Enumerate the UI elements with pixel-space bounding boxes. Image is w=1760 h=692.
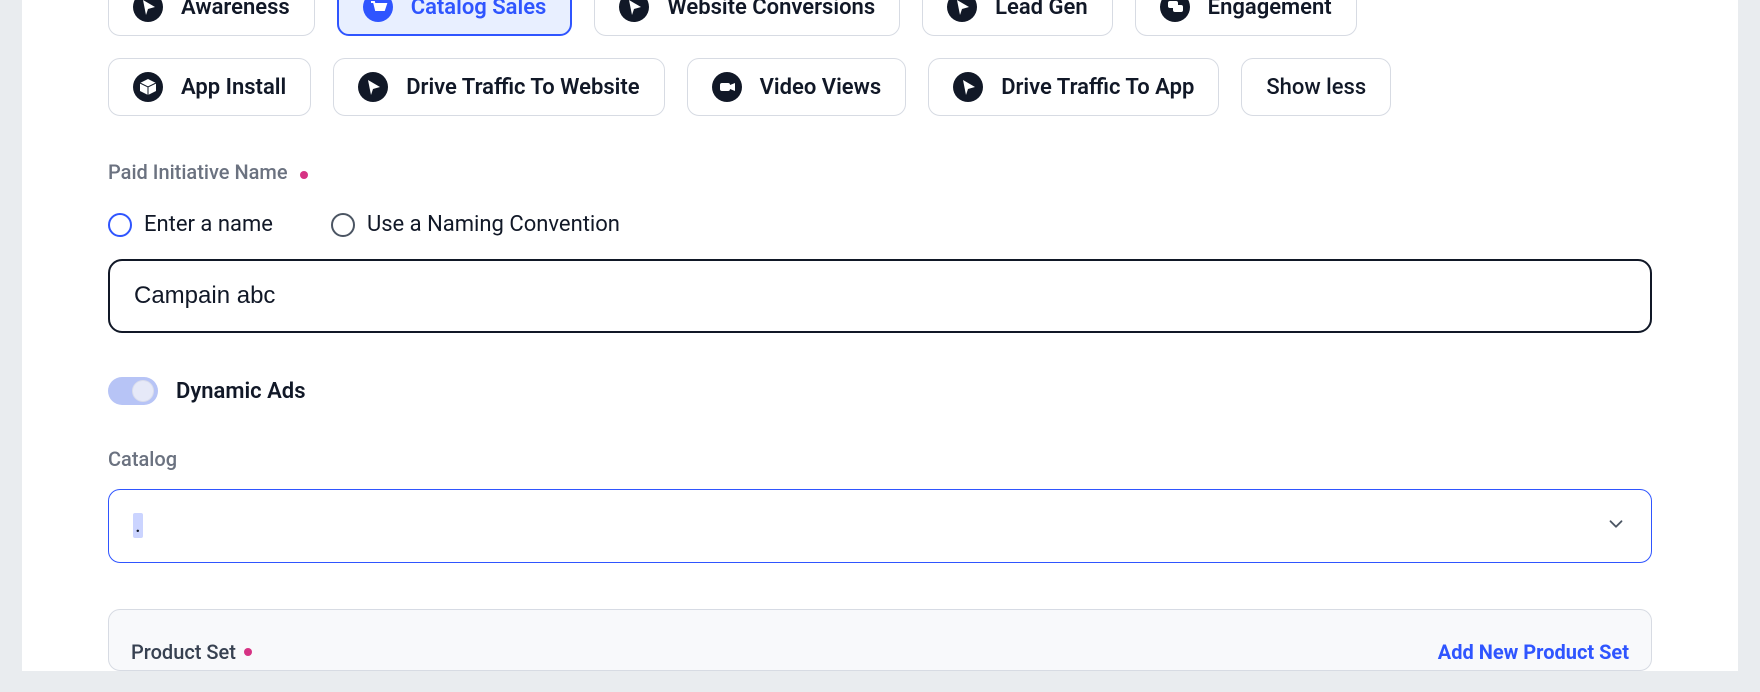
objective-chip-label: Website Conversions [667, 0, 875, 20]
dynamic-ads-toggle[interactable] [108, 377, 158, 405]
cursor-icon [133, 0, 163, 22]
toggle-knob-icon [132, 380, 154, 402]
product-set-panel: Product Set Add New Product Set [108, 609, 1652, 671]
catalog-select-value: . [133, 515, 143, 537]
radio-unchecked-icon [331, 213, 355, 237]
objective-chip-catalog-sales[interactable]: Catalog Sales [337, 0, 573, 36]
catalog-label: Catalog [108, 447, 1652, 471]
radio-enter-name[interactable]: Enter a name [108, 212, 273, 237]
objective-chip-label: Video Views [760, 75, 882, 100]
objective-chip-app-install[interactable]: App Install [108, 58, 311, 116]
cursor-icon [953, 72, 983, 102]
objective-chip-video-views[interactable]: Video Views [687, 58, 907, 116]
paid-initiative-label-row: Paid Initiative Name [108, 160, 1652, 184]
objective-chip-label: Engagement [1208, 0, 1332, 20]
objective-chip-label: Catalog Sales [411, 0, 547, 20]
radio-label: Use a Naming Convention [367, 212, 620, 237]
paid-initiative-label: Paid Initiative Name [108, 160, 288, 184]
cube-icon [133, 72, 163, 102]
objective-chip-drive-traffic-app[interactable]: Drive Traffic To App [928, 58, 1219, 116]
objective-chip-engagement[interactable]: Engagement [1135, 0, 1357, 36]
required-dot-icon [244, 648, 252, 656]
show-less-label: Show less [1266, 75, 1366, 100]
objective-row-1: Awareness Catalog Sales Website Conversi… [108, 0, 1652, 36]
radio-label: Enter a name [144, 212, 273, 237]
product-set-label: Product Set [131, 640, 236, 664]
objective-chip-awareness[interactable]: Awareness [108, 0, 315, 36]
objective-chip-drive-traffic-web[interactable]: Drive Traffic To Website [333, 58, 664, 116]
catalog-select[interactable]: . [108, 489, 1652, 563]
dynamic-ads-row: Dynamic Ads [108, 377, 1652, 405]
paid-initiative-name-input[interactable] [108, 259, 1652, 333]
objective-chip-label: Lead Gen [995, 0, 1088, 20]
cursor-icon [947, 0, 977, 22]
add-new-product-set-link[interactable]: Add New Product Set [1438, 640, 1629, 664]
objective-chip-label: App Install [181, 75, 286, 100]
camera-icon [712, 72, 742, 102]
cursor-icon [619, 0, 649, 22]
required-dot-icon [300, 171, 308, 179]
objective-chip-website-conversions[interactable]: Website Conversions [594, 0, 900, 36]
dynamic-ads-label: Dynamic Ads [176, 379, 306, 404]
cursor-icon [358, 72, 388, 102]
objective-chip-label: Awareness [181, 0, 290, 20]
radio-naming-convention[interactable]: Use a Naming Convention [331, 212, 620, 237]
name-mode-radio-group: Enter a name Use a Naming Convention [108, 212, 1652, 237]
objective-chip-label: Drive Traffic To Website [406, 75, 639, 100]
objective-chip-lead-gen[interactable]: Lead Gen [922, 0, 1113, 36]
messages-icon [1160, 0, 1190, 22]
paid-initiative-section: Paid Initiative Name Enter a name Use a … [108, 160, 1652, 333]
cart-icon [363, 0, 393, 22]
chevron-down-icon [1605, 513, 1627, 539]
show-less-button[interactable]: Show less [1241, 58, 1391, 116]
catalog-section: Catalog . [108, 447, 1652, 563]
objective-chip-label: Drive Traffic To App [1001, 75, 1194, 100]
objective-row-2: App Install Drive Traffic To Website Vid… [108, 58, 1652, 116]
radio-checked-icon [108, 213, 132, 237]
